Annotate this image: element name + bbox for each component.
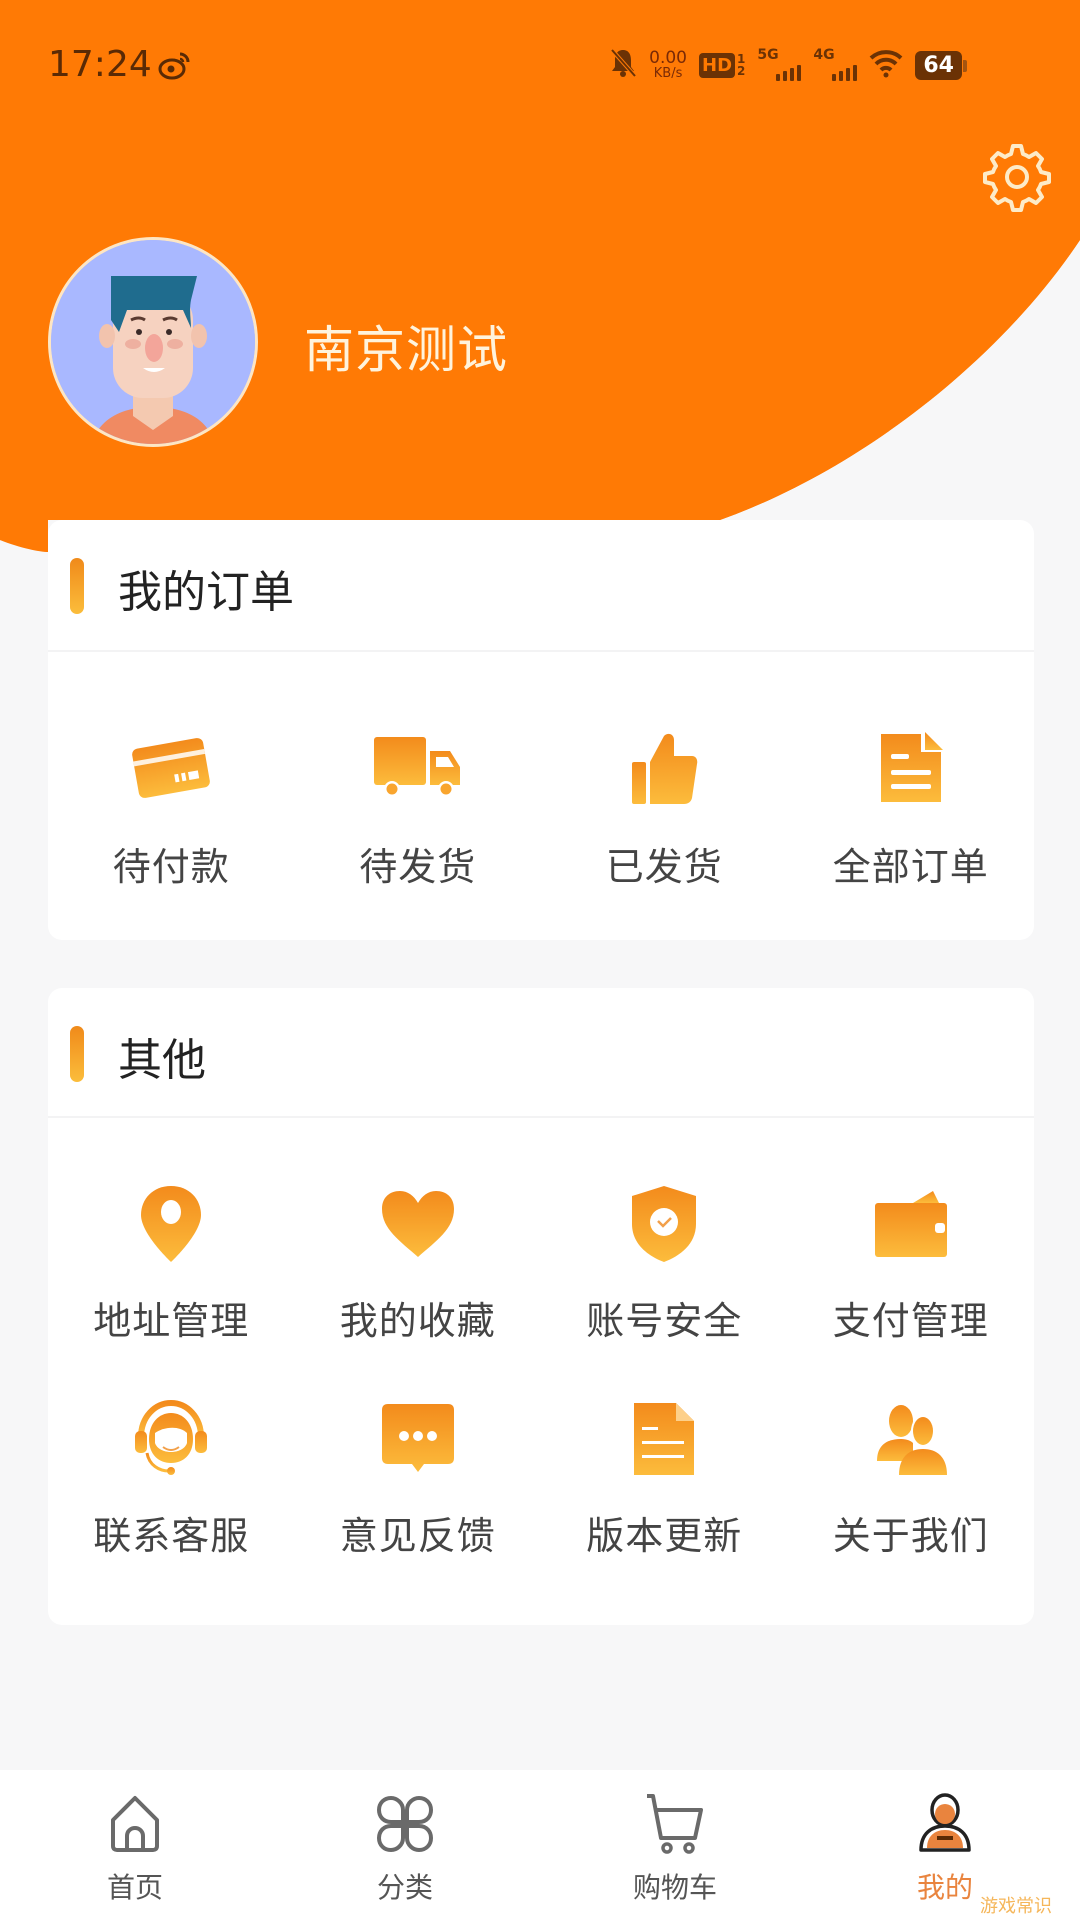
order-pending-payment[interactable]: 待付款 (48, 720, 295, 891)
gear-icon (983, 144, 1051, 212)
order-item-label: 已发货 (605, 845, 723, 889)
nav-cart[interactable]: 购物车 (540, 1770, 810, 1920)
hd-icon: HD 1 2 (699, 52, 746, 78)
feedback[interactable]: 意见反馈 (295, 1391, 542, 1560)
version-update[interactable]: 版本更新 (541, 1391, 788, 1560)
thumbs-up-icon (616, 720, 712, 816)
net-speed-value: 0.00 (649, 48, 687, 68)
other-item-label: 地址管理 (93, 1299, 250, 1343)
payment-management[interactable]: 支付管理 (788, 1176, 1035, 1345)
order-pending-shipment[interactable]: 待发货 (295, 720, 542, 891)
wallet-icon (863, 1176, 959, 1272)
chat-bubble-icon (370, 1391, 466, 1487)
nav-label: 首页 (106, 1871, 163, 1904)
my-favorites[interactable]: 我的收藏 (295, 1176, 542, 1345)
account-security[interactable]: 账号安全 (541, 1176, 788, 1345)
other-card-header: 其他 (48, 988, 1034, 1118)
nav-label: 分类 (376, 1871, 433, 1904)
watermark: 游戏常识 (980, 1896, 1052, 1917)
signal-5g-icon: 5G (757, 47, 802, 83)
other-item-label: 意见反馈 (339, 1514, 496, 1558)
other-title: 其他 (118, 1035, 206, 1086)
net-speed: 0.00 KB/s (649, 48, 687, 81)
accent-bar (70, 558, 84, 614)
order-shipped[interactable]: 已发货 (541, 720, 788, 891)
headset-icon (123, 1391, 219, 1487)
bottom-nav: 首页 分类 购物车 我的 (0, 1770, 1080, 1920)
other-item-label: 支付管理 (832, 1299, 989, 1343)
orders-card: 我的订单 待付款 待发货 已发货 全部订单 (48, 520, 1034, 940)
heart-icon (370, 1176, 466, 1272)
other-item-label: 联系客服 (93, 1514, 250, 1558)
other-item-label: 我的收藏 (339, 1299, 496, 1343)
contact-support[interactable]: 联系客服 (48, 1391, 295, 1560)
wifi-icon (869, 48, 903, 82)
orders-card-header: 我的订单 (48, 520, 1034, 652)
other-item-label: 关于我们 (832, 1514, 989, 1558)
signal-4g-icon: 4G (813, 47, 858, 83)
file-icon (616, 1391, 712, 1487)
weibo-icon (158, 50, 192, 80)
home-icon (111, 1796, 159, 1852)
order-item-label: 全部订单 (832, 845, 989, 889)
profile-icon (919, 1793, 971, 1852)
order-item-label: 待发货 (359, 845, 477, 889)
signal-4g-label: 4G (813, 47, 835, 63)
nav-category[interactable]: 分类 (270, 1770, 540, 1920)
bell-muted-icon (609, 47, 637, 83)
card-icon (123, 720, 219, 816)
nav-label: 购物车 (632, 1871, 717, 1904)
address-management[interactable]: 地址管理 (48, 1176, 295, 1345)
shield-icon (616, 1176, 712, 1272)
nav-label: 我的 (916, 1871, 973, 1904)
user-name: 南京测试 (304, 321, 508, 379)
location-pin-icon (123, 1176, 219, 1272)
orders-title: 我的订单 (118, 567, 294, 618)
status-bar: 17:24 0.00 KB/s HD 1 2 5G 4G 64 (0, 0, 1080, 130)
other-item-label: 版本更新 (586, 1514, 743, 1558)
net-speed-unit: KB/s (653, 66, 683, 81)
settings-button[interactable] (980, 140, 1054, 214)
hd-label: HD (699, 52, 736, 78)
signal-5g-label: 5G (757, 47, 779, 63)
document-icon (863, 720, 959, 816)
hd-sub-bottom: 2 (737, 64, 746, 78)
status-time: 17:24 (48, 44, 152, 85)
cart-icon (647, 1794, 703, 1854)
avatar[interactable] (48, 237, 258, 447)
other-item-label: 账号安全 (586, 1299, 743, 1343)
users-icon (863, 1391, 959, 1487)
battery-icon: 64 (915, 50, 967, 80)
truck-icon (370, 720, 466, 816)
about-us[interactable]: 关于我们 (788, 1391, 1035, 1560)
accent-bar (70, 1026, 84, 1082)
order-all[interactable]: 全部订单 (788, 720, 1035, 891)
nav-home[interactable]: 首页 (0, 1770, 270, 1920)
order-item-label: 待付款 (112, 845, 230, 889)
category-icon (376, 1795, 434, 1853)
other-card: 其他 地址管理 我的收藏 账号安全 支付管理 联系客服 意见反馈 版本更新 关于… (48, 988, 1034, 1625)
